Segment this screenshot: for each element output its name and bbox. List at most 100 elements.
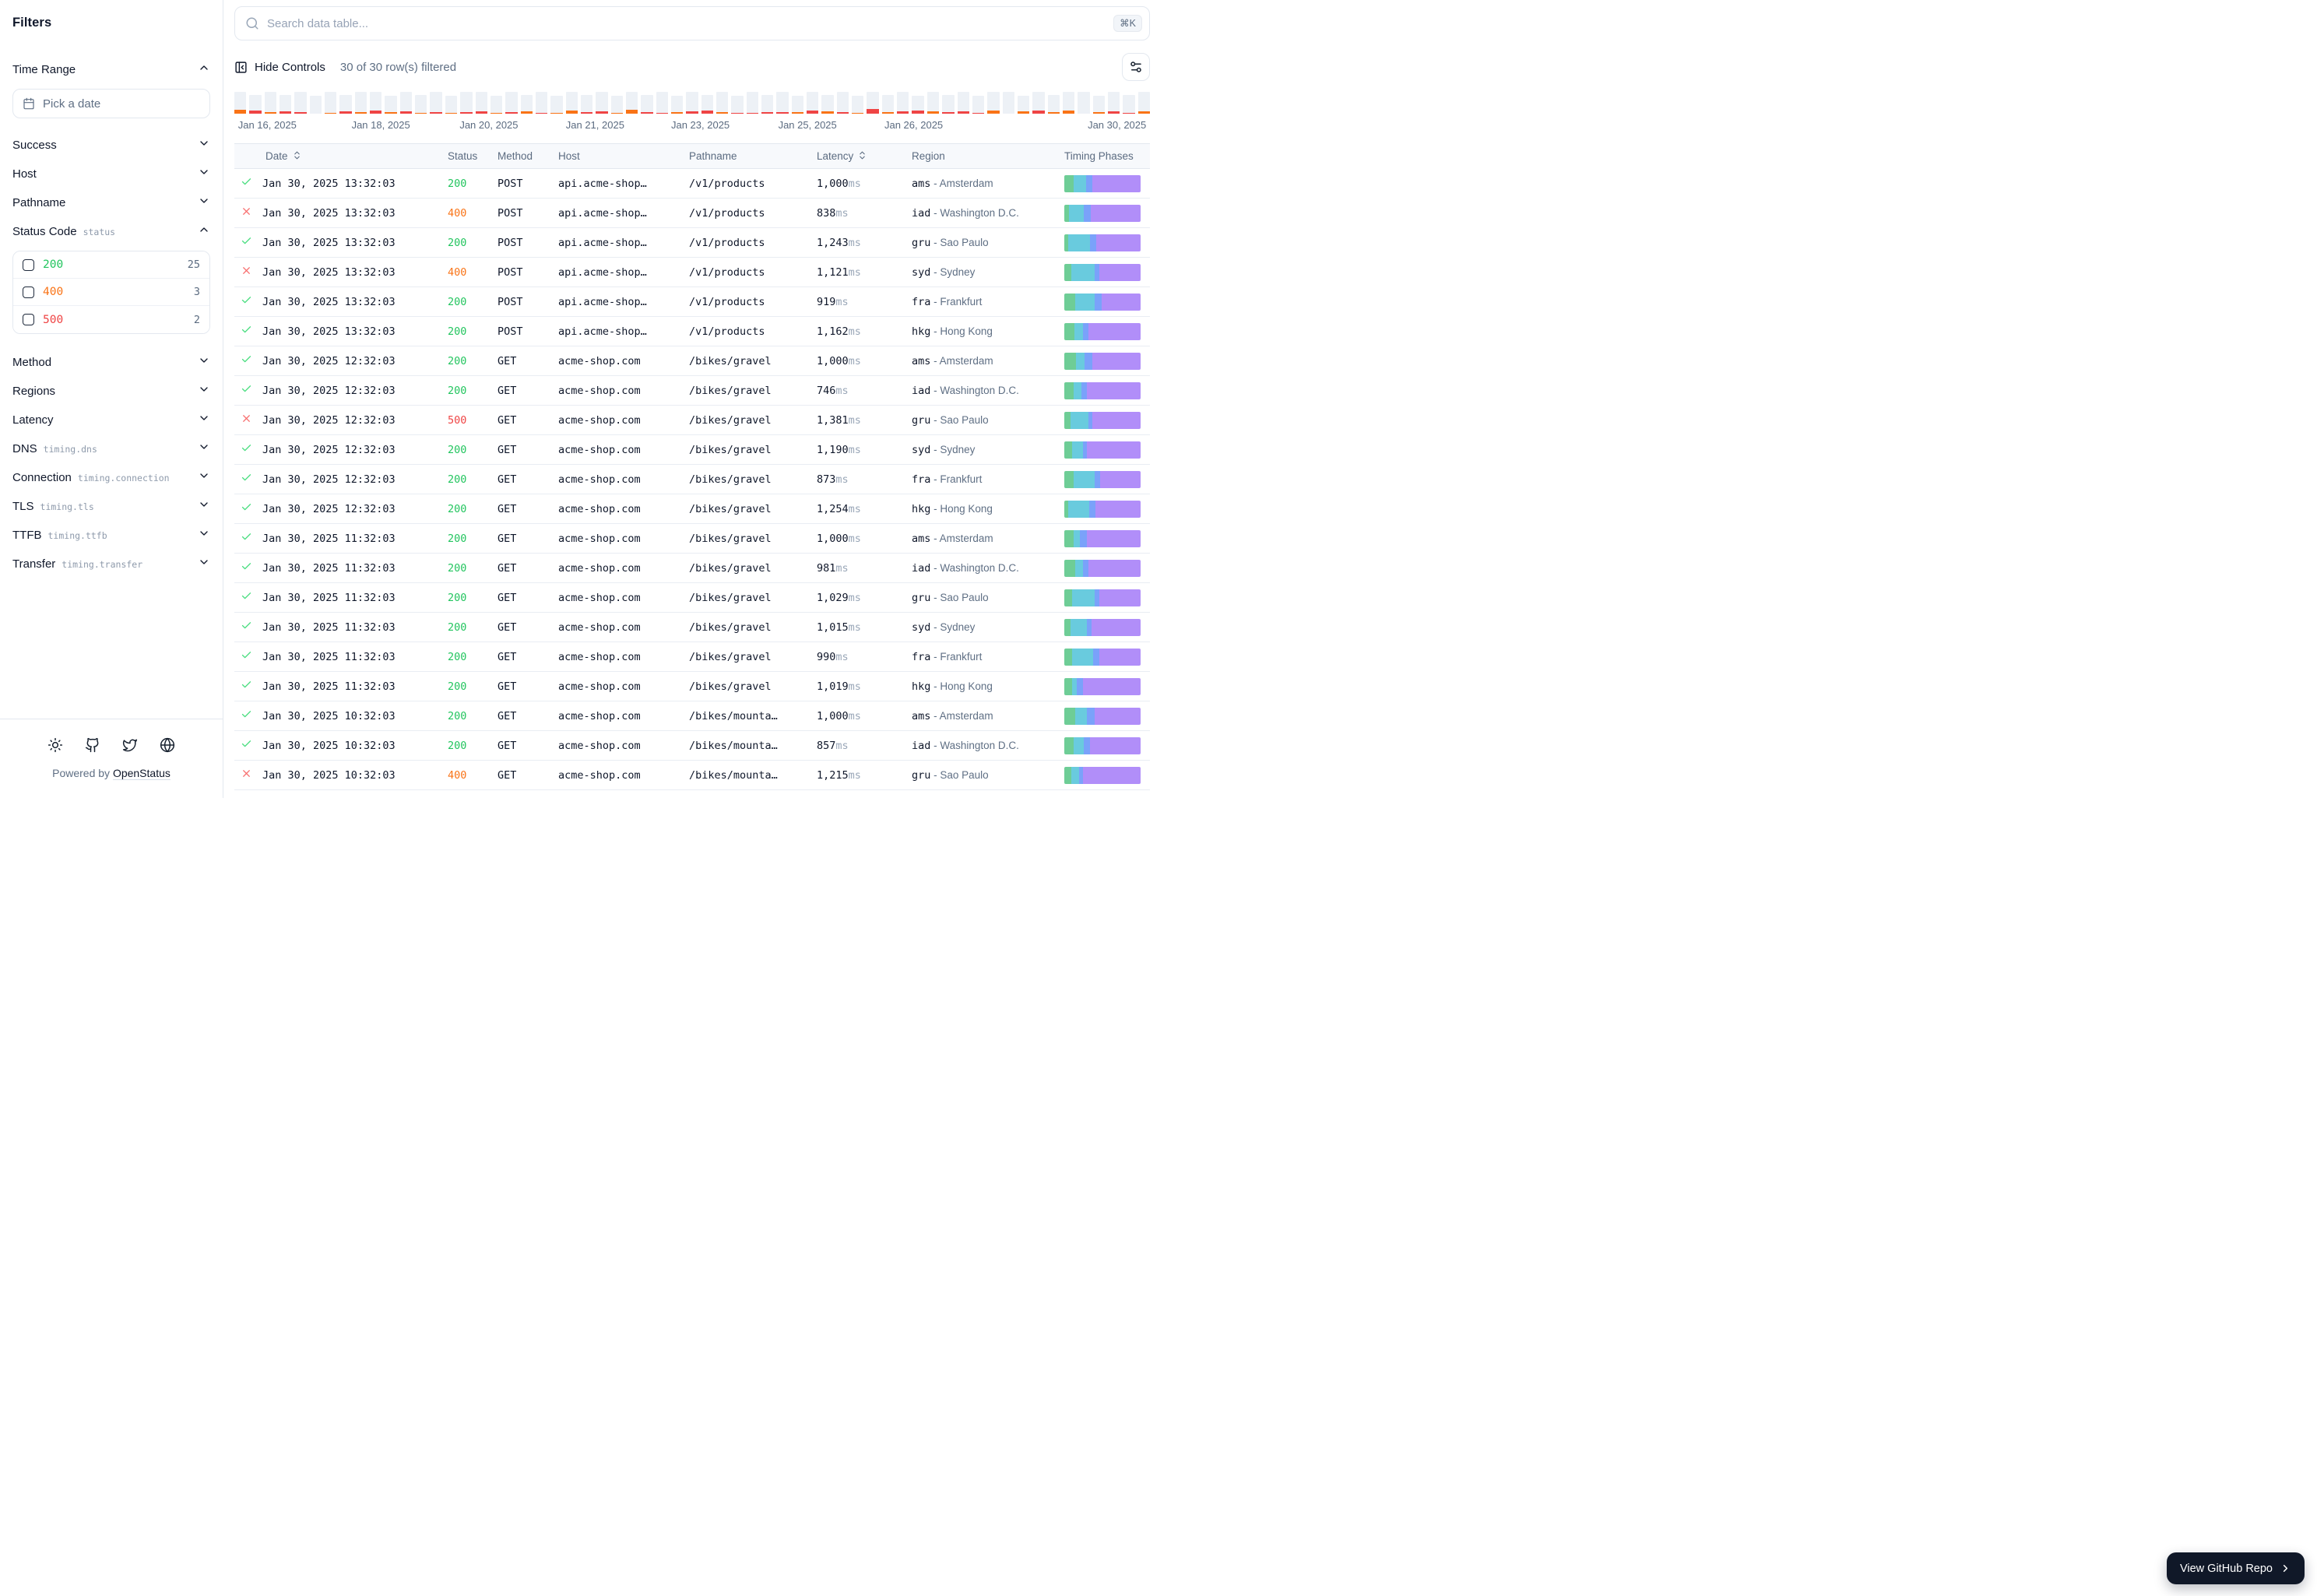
timing-phases-bar[interactable]: [1064, 530, 1141, 547]
table-row[interactable]: Jan 30, 2025 12:32:03 200 GET acme-shop.…: [234, 435, 1150, 465]
table-row[interactable]: Jan 30, 2025 13:32:03 200 POST api.acme-…: [234, 228, 1150, 258]
timeline-bar[interactable]: [912, 90, 923, 114]
timeline-bar[interactable]: [641, 90, 652, 114]
timeline-bar[interactable]: [550, 90, 562, 114]
timeline-bar[interactable]: [1108, 90, 1120, 114]
timeline-bar[interactable]: [716, 90, 728, 114]
timeline-bar[interactable]: [1123, 90, 1134, 114]
timeline-bar[interactable]: [867, 90, 878, 114]
table-row[interactable]: Jan 30, 2025 12:32:03 500 GET acme-shop.…: [234, 406, 1150, 435]
timeline-bar[interactable]: [671, 90, 683, 114]
timeline-bar[interactable]: [1063, 90, 1074, 114]
timing-phases-bar[interactable]: [1064, 708, 1141, 725]
table-row[interactable]: Jan 30, 2025 13:32:03 400 POST api.acme-…: [234, 199, 1150, 228]
timeline-bar[interactable]: [415, 90, 427, 114]
timing-phases-bar[interactable]: [1064, 471, 1141, 488]
status-checkbox-200[interactable]: [23, 259, 34, 271]
filter-section-toggle-regions[interactable]: Regions: [12, 377, 210, 406]
table-row[interactable]: Jan 30, 2025 13:32:03 200 POST api.acme-…: [234, 169, 1150, 199]
status-checkbox-400[interactable]: [23, 287, 34, 298]
timing-phases-bar[interactable]: [1064, 323, 1141, 340]
timeline-bar[interactable]: [249, 90, 261, 114]
timing-phases-bar[interactable]: [1064, 205, 1141, 222]
timeline-bar[interactable]: [581, 90, 592, 114]
sun-button[interactable]: [47, 736, 64, 754]
timeline-bar[interactable]: [958, 90, 969, 114]
timeline-bar[interactable]: [476, 90, 487, 114]
table-row[interactable]: Jan 30, 2025 11:32:03 200 GET acme-shop.…: [234, 672, 1150, 701]
table-row[interactable]: Jan 30, 2025 10:32:03 200 GET acme-shop.…: [234, 701, 1150, 731]
timing-phases-bar[interactable]: [1064, 264, 1141, 281]
timeline-bar[interactable]: [490, 90, 502, 114]
filter-section-toggle-status-code[interactable]: Status Code status: [12, 217, 210, 246]
timing-phases-bar[interactable]: [1064, 737, 1141, 754]
timing-phases-bar[interactable]: [1064, 619, 1141, 636]
timeline-bar[interactable]: [731, 90, 743, 114]
search-input[interactable]: [267, 17, 1106, 30]
timing-phases-bar[interactable]: [1064, 678, 1141, 695]
timeline-bar[interactable]: [355, 90, 367, 114]
timeline-bar[interactable]: [792, 90, 803, 114]
table-row[interactable]: Jan 30, 2025 11:32:03 200 GET acme-shop.…: [234, 583, 1150, 613]
timing-phases-bar[interactable]: [1064, 382, 1141, 399]
timeline-bar[interactable]: [701, 90, 713, 114]
timing-phases-bar[interactable]: [1064, 501, 1141, 518]
filter-section-toggle-transfer[interactable]: Transfer timing.transfer: [12, 550, 210, 578]
filter-section-toggle-latency[interactable]: Latency: [12, 406, 210, 434]
view-options-button[interactable]: [1122, 53, 1150, 81]
table-row[interactable]: Jan 30, 2025 11:32:03 200 GET acme-shop.…: [234, 524, 1150, 554]
table-row[interactable]: Jan 30, 2025 12:32:03 200 GET acme-shop.…: [234, 494, 1150, 524]
timeline-bar[interactable]: [656, 90, 668, 114]
timeline-bar[interactable]: [400, 90, 412, 114]
timeline-bar[interactable]: [807, 90, 818, 114]
timeline-bar[interactable]: [747, 90, 758, 114]
timeline-bar[interactable]: [536, 90, 547, 114]
github-button[interactable]: [84, 736, 101, 754]
timeline-bar[interactable]: [460, 90, 472, 114]
timing-phases-bar[interactable]: [1064, 441, 1141, 459]
timeline-bar[interactable]: [852, 90, 863, 114]
filter-section-toggle-pathname[interactable]: Pathname: [12, 188, 210, 217]
status-option-400[interactable]: 400 3: [13, 279, 209, 306]
table-row[interactable]: Jan 30, 2025 10:32:03 200 GET acme-shop.…: [234, 731, 1150, 761]
timeline-bar[interactable]: [385, 90, 396, 114]
sort-icon-date[interactable]: [292, 150, 302, 163]
timeline-bar[interactable]: [761, 90, 773, 114]
globe-button[interactable]: [159, 736, 176, 754]
timeline-bar[interactable]: [265, 90, 276, 114]
timeline-bar[interactable]: [310, 90, 322, 114]
table-row[interactable]: Jan 30, 2025 11:32:03 200 GET acme-shop.…: [234, 613, 1150, 642]
timeline-bar[interactable]: [686, 90, 698, 114]
timeline-bar[interactable]: [445, 90, 457, 114]
timeline-bar[interactable]: [942, 90, 954, 114]
table-row[interactable]: Jan 30, 2025 11:32:03 200 GET acme-shop.…: [234, 642, 1150, 672]
timeline-bar[interactable]: [837, 90, 849, 114]
filter-section-toggle-connection[interactable]: Connection timing.connection: [12, 463, 210, 492]
timeline-bar[interactable]: [280, 90, 291, 114]
table-row[interactable]: Jan 30, 2025 13:32:03 200 POST api.acme-…: [234, 287, 1150, 317]
timing-phases-bar[interactable]: [1064, 353, 1141, 370]
filter-section-toggle-ttfb[interactable]: TTFB timing.ttfb: [12, 521, 210, 550]
timeline-bar[interactable]: [370, 90, 381, 114]
timeline-bar[interactable]: [611, 90, 623, 114]
timeline-bar[interactable]: [821, 90, 833, 114]
status-checkbox-500[interactable]: [23, 314, 34, 325]
hide-controls-button[interactable]: Hide Controls: [234, 61, 325, 74]
timeline-bar[interactable]: [1048, 90, 1060, 114]
date-picker-input[interactable]: Pick a date: [12, 89, 210, 118]
timeline-bar[interactable]: [566, 90, 578, 114]
sort-icon-latency[interactable]: [857, 150, 867, 163]
table-row[interactable]: Jan 30, 2025 11:32:03 200 GET acme-shop.…: [234, 554, 1150, 583]
timeline-bar[interactable]: [927, 90, 939, 114]
status-option-500[interactable]: 500 2: [13, 306, 209, 333]
timeline-bar[interactable]: [897, 90, 909, 114]
timing-phases-bar[interactable]: [1064, 649, 1141, 666]
column-header-date[interactable]: Date: [258, 150, 440, 163]
timeline-bar[interactable]: [325, 90, 336, 114]
timeline-bar[interactable]: [430, 90, 441, 114]
view-github-repo-button[interactable]: View GitHub Repo: [2167, 1552, 2305, 1584]
timeline-bar[interactable]: [626, 90, 638, 114]
status-option-200[interactable]: 200 25: [13, 251, 209, 279]
timeline-bar[interactable]: [972, 90, 984, 114]
table-row[interactable]: Jan 30, 2025 10:32:03 400 GET acme-shop.…: [234, 761, 1150, 790]
